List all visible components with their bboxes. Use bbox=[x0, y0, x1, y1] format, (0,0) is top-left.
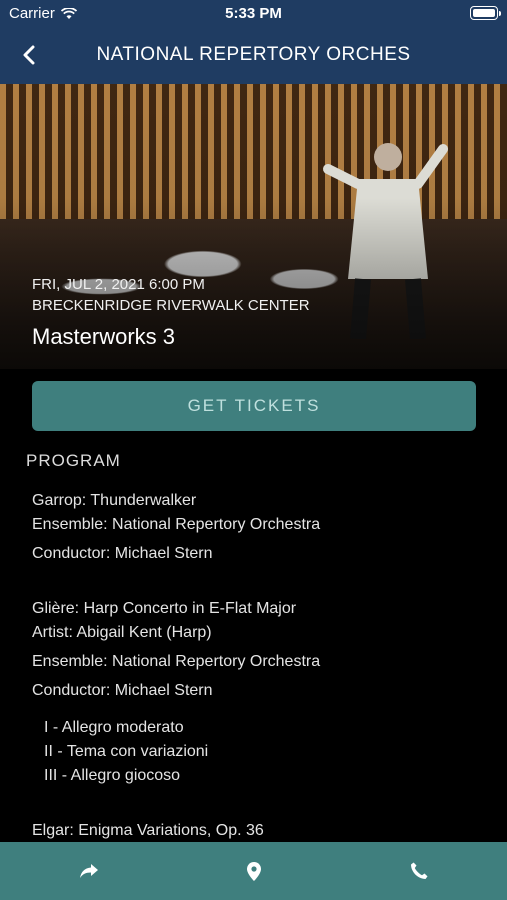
chevron-left-icon bbox=[23, 45, 35, 65]
program-ensemble: Ensemble: National Repertory Orchestra bbox=[32, 516, 321, 533]
event-date: FRI, JUL 2, 2021 6:00 PM bbox=[32, 276, 205, 293]
back-button[interactable] bbox=[16, 42, 42, 68]
program-work: Glière: Harp Concerto in E-Flat Major bbox=[32, 600, 297, 617]
map-pin-icon bbox=[247, 861, 261, 881]
share-icon bbox=[80, 864, 98, 878]
battery-icon bbox=[470, 6, 501, 20]
program-work: Garrop: Thunderwalker bbox=[32, 492, 197, 509]
page-title: NATIONAL REPERTORY ORCHES bbox=[96, 44, 411, 65]
status-bar: Carrier 5:33 PM bbox=[0, 0, 507, 28]
phone-button[interactable] bbox=[406, 858, 432, 884]
get-tickets-button[interactable]: GET TICKETS bbox=[32, 381, 476, 431]
program-work: Elgar: Enigma Variations, Op. 36 bbox=[32, 822, 264, 839]
movement-item: III - Allegro giocoso bbox=[44, 767, 181, 784]
program-ensemble: Ensemble: National Repertory Orchestra bbox=[32, 653, 321, 670]
movement-item: I - Allegro moderato bbox=[44, 719, 184, 736]
bottom-action-bar bbox=[0, 842, 507, 900]
program-conductor: Conductor: Michael Stern bbox=[32, 682, 213, 699]
location-button[interactable] bbox=[241, 858, 267, 884]
program-artist: Artist: Abigail Kent (Harp) bbox=[32, 624, 212, 641]
event-venue: BRECKENRIDGE RIVERWALK CENTER bbox=[32, 297, 310, 314]
event-title: Masterworks 3 bbox=[32, 324, 176, 349]
program-conductor: Conductor: Michael Stern bbox=[32, 545, 213, 562]
share-button[interactable] bbox=[76, 858, 102, 884]
nav-bar: NATIONAL REPERTORY ORCHES bbox=[0, 28, 507, 84]
program-heading: PROGRAM bbox=[26, 451, 121, 470]
phone-icon bbox=[411, 862, 428, 879]
status-time: 5:33 PM bbox=[225, 5, 282, 22]
movement-item: II - Tema con variazioni bbox=[44, 743, 209, 760]
event-hero-image: FRI, JUL 2, 2021 6:00 PM BRECKENRIDGE RI… bbox=[0, 84, 507, 369]
